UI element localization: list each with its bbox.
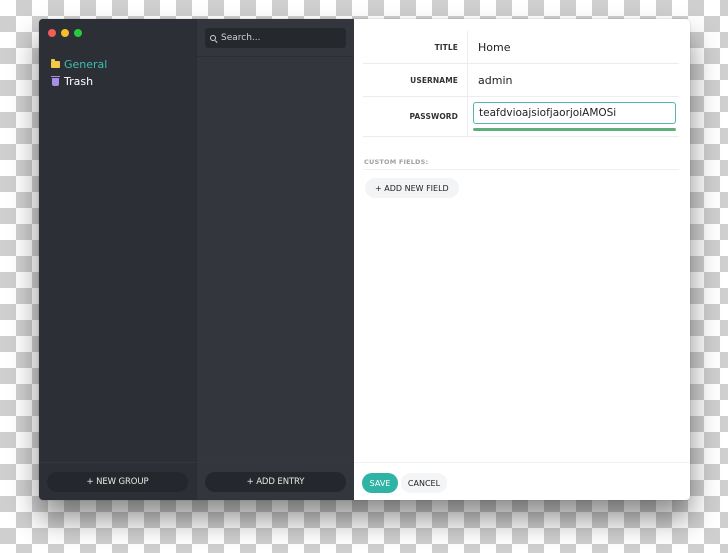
search-input[interactable] bbox=[221, 33, 341, 43]
divider bbox=[363, 169, 679, 170]
group-label: General bbox=[64, 58, 108, 71]
window-controls bbox=[48, 29, 82, 37]
title-label: TITLE bbox=[434, 42, 458, 52]
cancel-button[interactable]: CANCEL bbox=[401, 473, 447, 493]
title-field[interactable]: Home bbox=[467, 31, 679, 63]
group-item-general[interactable]: General bbox=[51, 56, 107, 73]
group-list: General Trash bbox=[51, 56, 107, 90]
title-field-row: TITLE Home bbox=[363, 31, 679, 64]
username-field[interactable]: admin bbox=[467, 64, 679, 96]
password-field-row: PASSWORD bbox=[363, 97, 679, 137]
detail-footer: SAVE CANCEL bbox=[354, 462, 690, 500]
group-label: Trash bbox=[64, 75, 94, 88]
zoom-window-button[interactable] bbox=[74, 29, 82, 37]
add-new-field-button[interactable]: + ADD NEW FIELD bbox=[365, 178, 459, 198]
save-button[interactable]: SAVE bbox=[362, 473, 398, 493]
custom-fields-heading: CUSTOM FIELDS: bbox=[364, 158, 429, 166]
password-input[interactable] bbox=[473, 102, 676, 124]
app-window: General Trash + NEW GROUP + ADD ENTRY TI… bbox=[39, 19, 690, 500]
entry-detail-pane: TITLE Home USERNAME admin PASSWORD CUSTO… bbox=[354, 19, 690, 500]
new-group-button[interactable]: + NEW GROUP bbox=[47, 472, 188, 492]
add-entry-button[interactable]: + ADD ENTRY bbox=[205, 472, 346, 492]
search-icon bbox=[210, 34, 217, 42]
password-field-container bbox=[467, 97, 679, 136]
username-label: USERNAME bbox=[410, 75, 458, 85]
search-box bbox=[205, 28, 346, 48]
entries-column: + ADD ENTRY bbox=[196, 19, 354, 500]
folder-icon bbox=[51, 59, 60, 68]
groups-footer: + NEW GROUP bbox=[39, 462, 196, 500]
password-strength-fill bbox=[473, 128, 676, 131]
entries-footer: + ADD ENTRY bbox=[197, 462, 354, 500]
password-label: PASSWORD bbox=[409, 112, 458, 121]
trash-icon bbox=[51, 75, 60, 86]
group-item-trash[interactable]: Trash bbox=[51, 73, 107, 90]
close-window-button[interactable] bbox=[48, 29, 56, 37]
password-strength-bar bbox=[473, 128, 676, 131]
minimize-window-button[interactable] bbox=[61, 29, 69, 37]
username-field-row: USERNAME admin bbox=[363, 64, 679, 97]
groups-sidebar: General Trash + NEW GROUP bbox=[39, 19, 196, 500]
divider bbox=[197, 56, 354, 57]
